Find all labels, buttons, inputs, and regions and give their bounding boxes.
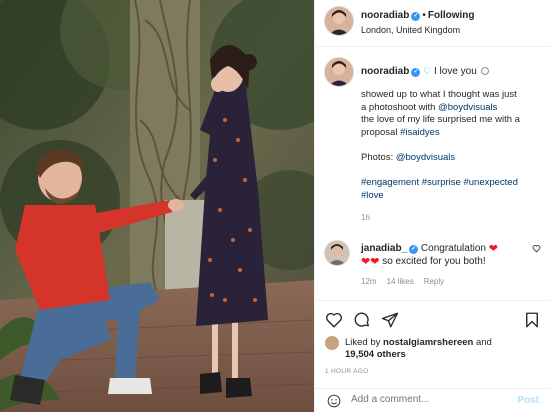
caption-text: proposal [361,126,398,138]
comment-line: janadiab_ ✓ Congratulation ❤ [361,242,498,255]
post-comment-button[interactable]: Post [517,395,539,406]
caption-username[interactable]: nooradiab [361,66,409,77]
red-heart-emoji-icon: ❤ [361,256,371,268]
author-line: nooradiab ✓ • Following [361,10,475,21]
proposal-photo [0,0,314,412]
caption-line: proposal #isaidyes [361,127,543,140]
liker-username[interactable]: nostalgiamrshereen [383,337,473,348]
caption-line: the love of my life surprised me with a [361,114,520,126]
likes-connector: and [475,337,492,348]
liker-avatar[interactable] [325,336,339,350]
action-bar [315,300,550,336]
post-details-panel: nooradiab ✓ • Following London, United King… [314,0,550,412]
reply-button[interactable]: Reply [424,277,444,286]
caption-line: #engagement #surprise #unexpected [361,177,543,190]
comment-likes[interactable]: 14 likes [387,277,414,286]
caption-avatar[interactable] [325,58,353,86]
comment-line: ❤❤ so excited for you both! [361,255,486,268]
like-heart-icon[interactable] [325,311,343,329]
caption: nooradiab ✓ ♡ I love you showed up to wha… [315,47,550,232]
blue-heart-icon: ♡ [423,66,432,76]
save-bookmark-icon[interactable] [523,311,541,329]
comment-item: janadiab_ ✓ Congratulation ❤ ❤❤ so excite… [315,232,550,292]
red-heart-emoji-icon: ❤ [370,256,380,268]
emoji-picker-icon[interactable] [327,394,341,408]
hashtag-link[interactable]: #isaidyes [400,127,440,138]
caption-first-text: I love you [433,66,477,77]
comment-bubble-icon[interactable] [353,311,371,329]
mention-link[interactable]: @boydvisuals [438,102,497,113]
post-photo[interactable] [0,0,314,412]
add-comment-bar: Post [315,388,550,412]
caption-line: Photos: @boydvisuals [361,152,543,165]
commenter-avatar[interactable] [325,241,349,265]
hashtag-link[interactable]: #surprise [422,177,461,188]
likes-count[interactable]: 19,504 others [345,349,406,360]
author-username[interactable]: nooradiab [361,10,409,21]
post-time-ago[interactable]: 1 HOUR AGO [325,368,368,375]
caption-text: a photoshoot with [361,101,436,113]
verified-badge-icon: ✓ [409,245,419,254]
caption-body: showed up to what I thought was just a p… [361,89,543,202]
caption-first-line: nooradiab ✓ ♡ I love you [361,66,489,77]
verified-badge-icon: ✓ [411,68,421,77]
likes-text: Liked by nostalgiamrshereen and 19,504 o… [345,337,492,361]
comment-time[interactable]: 12m [361,277,377,286]
post-header: nooradiab ✓ • Following London, United King… [315,0,550,47]
comment-input[interactable] [351,394,501,405]
share-paper-plane-icon[interactable] [381,311,399,329]
caption-line: a photoshoot with @boydvisuals [361,102,543,115]
following-button[interactable]: Following [428,10,475,21]
hashtag-link[interactable]: #unexpected [463,177,517,188]
verified-badge-icon: ✓ [411,12,421,21]
comment-text: so excited for you both! [382,256,486,267]
commenter-username[interactable]: janadiab_ [361,243,407,254]
author-avatar[interactable] [325,7,353,35]
caption-line: #love [361,190,543,203]
mention-link[interactable]: @boydvisuals [396,152,455,163]
likes-prefix: Liked by [345,337,381,348]
separator-dot: • [422,10,426,21]
caption-line: showed up to what I thought was just [361,89,517,100]
smile-emoji-icon [480,67,489,75]
comment-text: Congratulation [420,243,486,254]
hashtag-link[interactable]: #love [361,190,384,201]
caption-timestamp[interactable]: 1h [361,213,370,222]
caption-text: Photos: [361,151,394,163]
comment-meta: 12m 14 likes Reply [361,277,454,286]
comment-like-heart-icon[interactable] [532,244,541,253]
red-heart-emoji-icon: ❤ [488,243,498,255]
hashtag-link[interactable]: #engagement [361,177,419,188]
post-location[interactable]: London, United Kingdom [361,25,460,35]
